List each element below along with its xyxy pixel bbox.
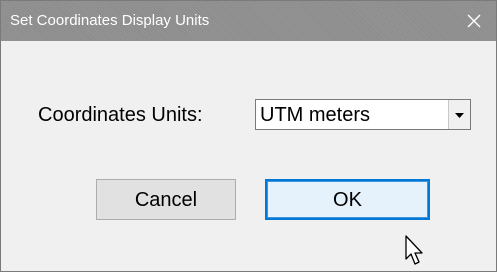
close-button[interactable] [452,1,496,41]
mouse-pointer-icon [404,235,426,267]
ok-button-label: OK [333,188,362,211]
cancel-button-label: Cancel [134,188,198,211]
cancel-button[interactable]: Cancel [96,179,236,220]
coordinates-units-select[interactable]: UTM meters [255,99,471,130]
dropdown-arrow-button[interactable] [448,100,470,129]
dropdown-arrow-icon [455,106,464,124]
coordinates-units-label: Coordinates Units: [38,104,203,126]
dialog-window: Set Coordinates Display Units Coordinate… [0,0,497,272]
dialog-title: Set Coordinates Display Units [10,12,210,29]
title-bar[interactable]: Set Coordinates Display Units [1,1,496,41]
ok-button[interactable]: OK [265,179,430,220]
close-icon [467,14,481,28]
selected-units-value: UTM meters [260,104,370,126]
dialog-body: Coordinates Units: UTM meters Cancel OK [1,41,496,271]
